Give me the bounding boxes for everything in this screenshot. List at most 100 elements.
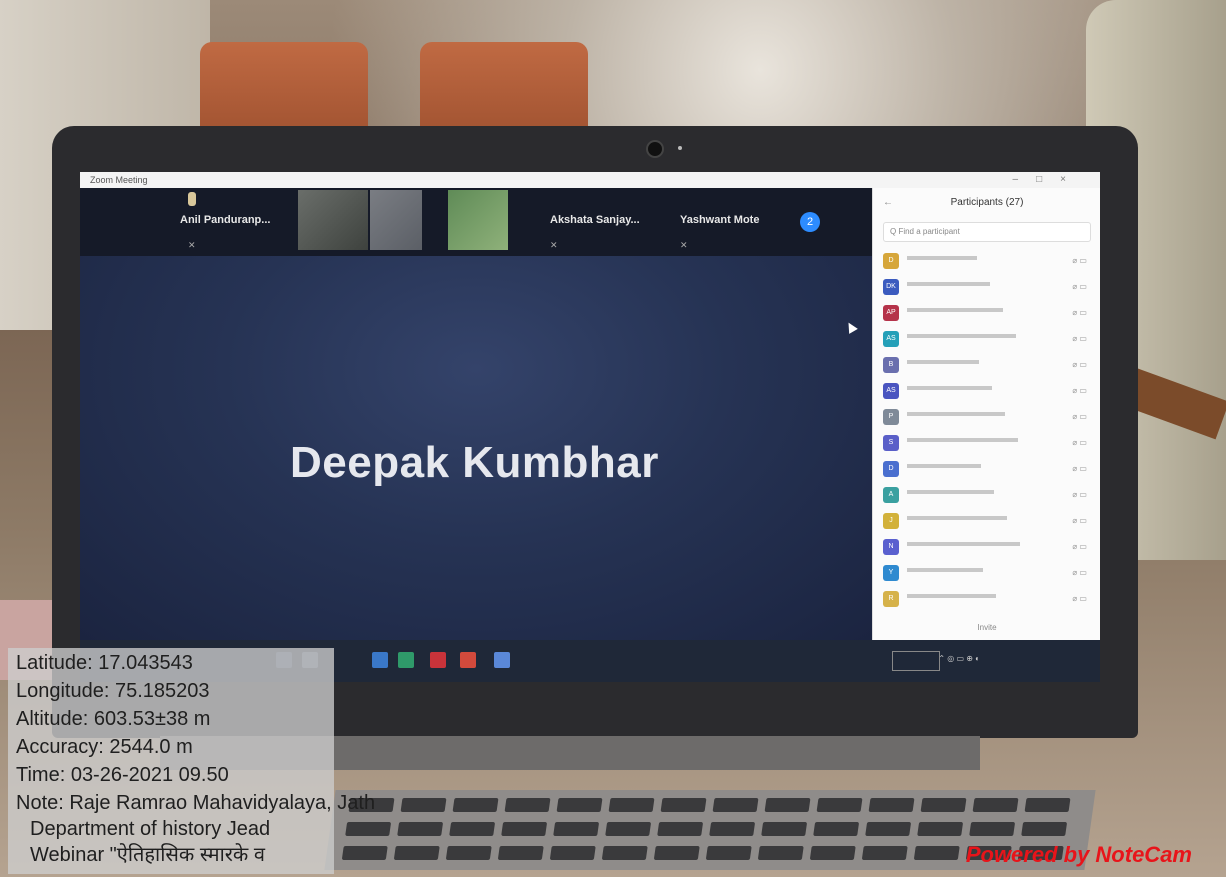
keyboard-key xyxy=(501,822,548,836)
mic-camera-icons[interactable]: ⌀ ▭ xyxy=(1072,438,1087,447)
mic-camera-icons[interactable]: ⌀ ▭ xyxy=(1072,282,1087,291)
keyboard-key xyxy=(605,822,652,836)
taskbar-zoom-icon[interactable] xyxy=(494,652,510,668)
window-titlebar: Zoom Meeting –□× xyxy=(80,172,1100,188)
keyboard-key xyxy=(653,846,700,860)
mic-camera-icons[interactable]: ⌀ ▭ xyxy=(1072,568,1087,577)
keyboard-key xyxy=(712,798,759,812)
mic-camera-icons[interactable]: ⌀ ▭ xyxy=(1072,412,1087,421)
participant-name: Anil Panduranp... xyxy=(180,214,271,226)
mic-camera-icons[interactable]: ⌀ ▭ xyxy=(1072,360,1087,369)
keyboard-key xyxy=(917,822,964,836)
mouse-cursor-icon xyxy=(844,320,858,334)
keyboard-key xyxy=(400,798,447,812)
keyboard-key xyxy=(549,846,596,860)
participant-name-blur xyxy=(907,412,1005,416)
video-tile[interactable] xyxy=(448,190,508,250)
webcam-light xyxy=(678,146,682,150)
mic-camera-icons[interactable]: ⌀ ▭ xyxy=(1072,308,1087,317)
participant-row[interactable]: D ⌀ ▭ xyxy=(873,248,1100,274)
taskbar-app-icon[interactable] xyxy=(372,652,388,668)
participant-row[interactable]: D ⌀ ▭ xyxy=(873,456,1100,482)
taskbar-app-icon[interactable] xyxy=(398,652,414,668)
participant-row[interactable]: DK ⌀ ▭ xyxy=(873,274,1100,300)
invite-button[interactable]: Invite xyxy=(873,623,1100,632)
system-tray-icons[interactable]: ⌃ ◎ ▭ ⊕ ◐ xyxy=(938,654,980,663)
participant-row[interactable]: AP ⌀ ▭ xyxy=(873,300,1100,326)
taskbar-app-icon[interactable] xyxy=(430,652,446,668)
participant-list: D ⌀ ▭ DK ⌀ ▭ AP ⌀ ▭ AS ⌀ ▭ B ⌀ ▭ AS ⌀ ▭ P ⌀ ▭ S ⌀ ▭ D ⌀ ▭… xyxy=(873,248,1100,612)
keyboard-key xyxy=(657,822,704,836)
participant-name-blur xyxy=(907,282,990,286)
keyboard-key xyxy=(449,822,496,836)
muted-mic-icon: ✕ xyxy=(550,240,558,250)
participant-avatar: AS xyxy=(883,331,899,347)
participant-row[interactable]: Y ⌀ ▭ xyxy=(873,560,1100,586)
gallery-next-button[interactable]: 2 xyxy=(800,212,820,232)
keyboard-key xyxy=(709,822,756,836)
raised-hand-icon xyxy=(188,192,196,206)
keyboard-key xyxy=(764,798,811,812)
mic-camera-icons[interactable]: ⌀ ▭ xyxy=(1072,594,1087,603)
participant-name-blur xyxy=(907,334,1016,338)
keyboard-key xyxy=(341,846,388,860)
participant-row[interactable]: AS ⌀ ▭ xyxy=(873,378,1100,404)
participant-row[interactable]: P ⌀ ▭ xyxy=(873,404,1100,430)
webcam xyxy=(646,140,664,158)
participant-row[interactable]: AS ⌀ ▭ xyxy=(873,326,1100,352)
participant-avatar: B xyxy=(883,357,899,373)
collapse-icon[interactable]: ← xyxy=(883,188,893,218)
keyboard-key xyxy=(1024,798,1071,812)
participant-row[interactable]: A ⌀ ▭ xyxy=(873,482,1100,508)
keyboard-key xyxy=(608,798,655,812)
participant-row[interactable]: N ⌀ ▭ xyxy=(873,534,1100,560)
keyboard-key xyxy=(1021,822,1068,836)
participant-name: Akshata Sanjay... xyxy=(550,214,640,226)
video-tile[interactable] xyxy=(298,190,368,250)
participant-name-blur xyxy=(907,386,992,390)
participant-avatar: DK xyxy=(883,279,899,295)
note-text: Note: Raje Ramrao Mahavidyalaya, Jath xyxy=(16,792,376,814)
keyboard-key xyxy=(393,846,440,860)
mic-camera-icons[interactable]: ⌀ ▭ xyxy=(1072,542,1087,551)
mic-camera-icons[interactable]: ⌀ ▭ xyxy=(1072,516,1087,525)
participant-name: Yashwant Mote xyxy=(680,214,760,226)
mic-camera-icons[interactable]: ⌀ ▭ xyxy=(1072,490,1087,499)
participant-avatar: A xyxy=(883,487,899,503)
geotag-overlay: Latitude: 17.043543 Longitude: 75.185203… xyxy=(8,648,375,874)
laptop: Zoom Meeting –□× Anil Panduranp... ✕ Aks… xyxy=(52,126,1138,738)
participant-name-blur xyxy=(907,256,977,260)
taskbar-app-icon[interactable] xyxy=(460,652,476,668)
participant-name-blur xyxy=(907,542,1020,546)
keyboard-key xyxy=(705,846,752,860)
participant-name-blur xyxy=(907,490,994,494)
laptop-screen: Zoom Meeting –□× Anil Panduranp... ✕ Aks… xyxy=(80,172,1100,682)
participant-row[interactable]: R ⌀ ▭ xyxy=(873,586,1100,612)
mic-camera-icons[interactable]: ⌀ ▭ xyxy=(1072,464,1087,473)
participant-row[interactable]: S ⌀ ▭ xyxy=(873,430,1100,456)
notecam-watermark: Powered by NoteCam xyxy=(965,842,1192,867)
participant-avatar: D xyxy=(883,461,899,477)
participant-avatar: S xyxy=(883,435,899,451)
meeting-indicator[interactable] xyxy=(892,651,940,671)
video-tile[interactable] xyxy=(370,190,422,250)
mic-camera-icons[interactable]: ⌀ ▭ xyxy=(1072,386,1087,395)
participant-row[interactable]: J ⌀ ▭ xyxy=(873,508,1100,534)
participant-avatar: R xyxy=(883,591,899,607)
mic-camera-icons[interactable]: ⌀ ▭ xyxy=(1072,334,1087,343)
participant-row[interactable]: B ⌀ ▭ xyxy=(873,352,1100,378)
keyboard-key xyxy=(861,846,908,860)
mic-camera-icons[interactable]: ⌀ ▭ xyxy=(1072,256,1087,265)
participant-search-input[interactable]: Q Find a participant xyxy=(883,222,1091,242)
participant-avatar: Y xyxy=(883,565,899,581)
keyboard-key xyxy=(865,822,912,836)
participant-name-blur xyxy=(907,308,1003,312)
window-controls[interactable]: –□× xyxy=(1013,172,1084,188)
participant-name-blur xyxy=(907,464,981,468)
keyboard-key xyxy=(660,798,707,812)
muted-mic-icon: ✕ xyxy=(680,240,688,250)
keyboard-key xyxy=(920,798,967,812)
participant-avatar: P xyxy=(883,409,899,425)
accuracy-text: Accuracy: 2544.0 m xyxy=(16,736,193,758)
window-title: Zoom Meeting xyxy=(90,175,148,185)
